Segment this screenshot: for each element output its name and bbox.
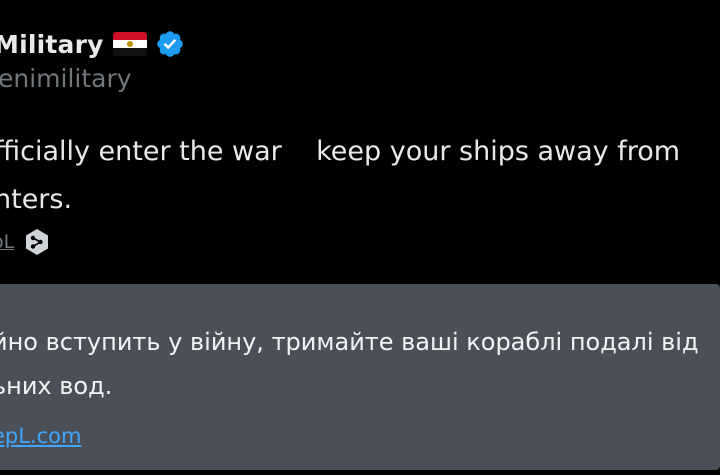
post-text-line-2: nters. xyxy=(0,184,73,215)
deepl-source-link[interactable]: epL.com xyxy=(0,424,81,448)
deepl-logo-icon[interactable] xyxy=(24,228,50,256)
author-handle[interactable]: enimilitary xyxy=(0,64,132,93)
verified-badge-icon xyxy=(156,31,183,57)
translated-text: йно вступить у війну, тримайте ваші кора… xyxy=(0,320,720,408)
post-text: fficially enter the war keep your ships … xyxy=(0,128,720,224)
translate-link[interactable]: oL xyxy=(0,231,14,253)
translated-line-1: йно вступить у війну, тримайте ваші кора… xyxy=(0,328,699,356)
translated-line-2: ьних вод. xyxy=(0,372,113,400)
flag-emblem xyxy=(126,41,133,47)
yemen-flag-icon xyxy=(112,32,147,56)
author-row[interactable]: Military xyxy=(0,26,185,62)
post-text-line-1: fficially enter the war keep your ships … xyxy=(0,136,681,167)
tweet-card: Military enimilitary fficially enter the… xyxy=(0,0,720,282)
flag-stripe-top xyxy=(112,32,147,41)
author-display-name[interactable]: Military xyxy=(0,30,104,59)
flag-stripe-bottom xyxy=(112,47,147,56)
translate-row: oL xyxy=(0,228,50,256)
